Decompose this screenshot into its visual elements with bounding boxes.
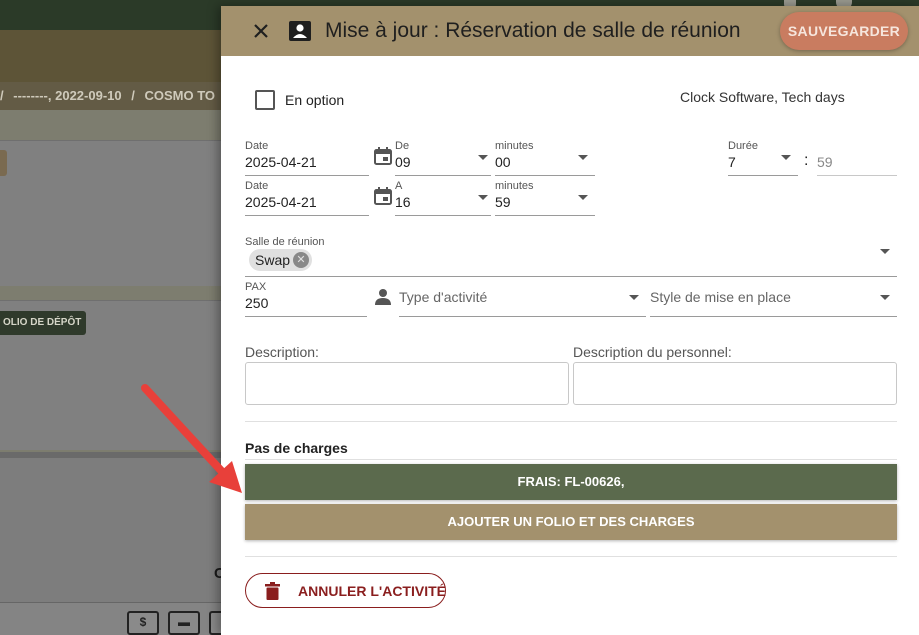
pax-label: PAX (245, 281, 267, 293)
meeting-room-label: Salle de réunion (245, 236, 325, 248)
description-textarea[interactable] (245, 362, 569, 405)
start-hour-value: 09 (395, 154, 411, 170)
end-hour-select[interactable]: A 16 (395, 180, 491, 216)
chevron-down-icon (629, 295, 639, 300)
staff-description-textarea[interactable] (573, 362, 897, 405)
divider (245, 421, 897, 422)
breadcrumb-separator: / (131, 88, 135, 103)
start-minutes-value: 00 (495, 154, 511, 170)
start-minutes-label: minutes (495, 140, 534, 152)
client-name: Clock Software, Tech days (680, 89, 845, 105)
chevron-down-icon (781, 155, 791, 160)
money-icon[interactable]: $ (127, 611, 159, 635)
trash-icon (265, 582, 280, 600)
meeting-room-select[interactable]: Salle de réunion (245, 236, 897, 277)
dialog-title: Mise à jour : Réservation de salle de ré… (325, 19, 741, 42)
start-date-value: 2025-04-21 (245, 154, 317, 170)
chevron-down-icon (478, 195, 488, 200)
cancel-activity-button[interactable]: ANNULER L'ACTIVITÉ (245, 573, 446, 608)
duration-label: Durée (728, 140, 758, 152)
breadcrumb-item[interactable]: --------, 2022-09-10 (13, 88, 121, 103)
end-hour-value: 16 (395, 194, 411, 210)
room-chip: Swap ✕ (249, 249, 313, 271)
background-panel (0, 140, 230, 286)
breadcrumb-item[interactable]: COSMO TO (144, 88, 215, 103)
add-folio-charges-button[interactable]: AJOUTER UN FOLIO ET DES CHARGES (245, 504, 897, 540)
chevron-down-icon (478, 155, 488, 160)
charges-title: Pas de charges (245, 440, 348, 456)
end-date-label: Date (245, 180, 269, 192)
end-date-field[interactable]: Date 2025-04-21 (245, 180, 369, 216)
setup-style-placeholder: Style de mise en place (650, 289, 791, 305)
end-minutes-select[interactable]: minutes 59 (495, 180, 595, 216)
start-date-field[interactable]: Date 2025-04-21 (245, 140, 369, 176)
folio-deposit-button[interactable]: OLIO DE DÉPÔT (0, 311, 86, 335)
room-chip-label: Swap (255, 252, 291, 268)
background-chip[interactable] (0, 150, 7, 176)
start-date-label: Date (245, 140, 269, 152)
chevron-down-icon (578, 195, 588, 200)
start-minutes-select[interactable]: minutes 00 (495, 140, 595, 176)
update-reservation-dialog: Mise à jour : Réservation de salle de ré… (221, 6, 919, 635)
end-date-value: 2025-04-21 (245, 194, 317, 210)
activity-type-placeholder: Type d'activité (399, 289, 488, 305)
description-label: Description: (245, 344, 319, 360)
end-minutes-value: 59 (495, 194, 511, 210)
activity-type-select[interactable]: Type d'activité (399, 281, 646, 317)
start-hour-label: De (395, 140, 410, 152)
chevron-down-icon (880, 295, 890, 300)
remove-chip-icon[interactable]: ✕ (293, 252, 310, 268)
divider (245, 459, 897, 460)
duration-minutes-value: 59 (817, 154, 833, 170)
pax-value: 250 (245, 295, 269, 311)
person-icon (375, 289, 391, 305)
option-checkbox[interactable] (255, 90, 275, 110)
divider (245, 556, 897, 557)
background-panel (0, 452, 230, 602)
calendar-icon[interactable] (373, 146, 393, 166)
pax-field[interactable]: PAX 250 (245, 281, 367, 317)
chevron-down-icon (880, 249, 890, 254)
staff-description-label: Description du personnel: (573, 344, 732, 360)
start-hour-select[interactable]: De 09 (395, 140, 491, 176)
frais-button[interactable]: FRAIS: FL-00626, (245, 464, 897, 500)
contact-card-icon (289, 21, 311, 41)
end-minutes-label: minutes (495, 180, 534, 192)
chevron-down-icon (578, 155, 588, 160)
duration-separator: : (804, 152, 809, 169)
save-button[interactable]: SAUVEGARDER (780, 12, 908, 50)
end-hour-label: A (395, 180, 403, 192)
breadcrumb-separator: / (0, 88, 4, 103)
option-label: En option (285, 92, 345, 108)
cancel-activity-label: ANNULER L'ACTIVITÉ (298, 583, 446, 599)
duration-hours-select[interactable]: Durée 7 (728, 140, 798, 176)
setup-style-select[interactable]: Style de mise en place (650, 281, 897, 317)
dialog-header: Mise à jour : Réservation de salle de ré… (221, 6, 919, 56)
card-icon[interactable]: ▬ (168, 611, 200, 635)
close-icon[interactable] (249, 19, 273, 43)
duration-hours-value: 7 (728, 154, 736, 170)
duration-minutes-field[interactable]: 59 (817, 140, 897, 176)
calendar-icon[interactable] (373, 186, 393, 206)
